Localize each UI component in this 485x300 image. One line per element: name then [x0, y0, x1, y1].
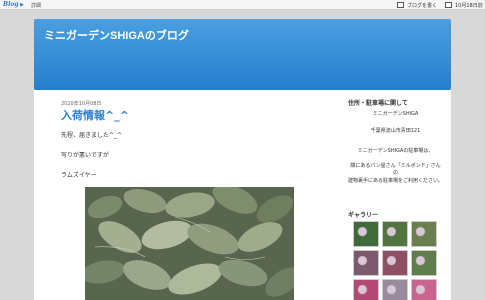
shop-address: 千葉県流山市青田121	[370, 128, 421, 134]
parking-text: ミニガーデンSHIGAの駐車場は、	[357, 148, 434, 154]
reading-label: 10月18日前	[455, 2, 483, 9]
parking-text: 隣にあるパン屋さん「ミルポンド」さんの	[350, 163, 441, 176]
detail-link[interactable]: 詳細	[31, 2, 41, 9]
blog-header: ミニガーデンSHIGAのブログ	[34, 19, 451, 90]
post-title[interactable]: 入荷情報^_^	[61, 107, 129, 123]
gallery-thumbnail[interactable]	[411, 250, 437, 276]
parking-text: 建物裏手にある駐車場をご利用ください。	[348, 178, 444, 184]
lambs-ear-leaves-image	[85, 187, 294, 300]
gallery-thumbnail[interactable]	[382, 250, 408, 276]
post-photo-lambs-ear[interactable]	[85, 187, 294, 300]
gallery-thumbnail[interactable]	[353, 279, 379, 300]
post-text-line: 先程、届きました^_^	[61, 132, 123, 139]
gallery-thumbnail[interactable]	[382, 221, 408, 247]
post-text-line: 写りが悪いですが	[61, 152, 109, 159]
write-blog-button[interactable]: ブログを書く	[397, 1, 437, 9]
post-text-line: ラムズイヤー	[61, 172, 97, 179]
blog-title[interactable]: ミニガーデンSHIGAのブログ	[44, 27, 189, 43]
gallery-heading: ギャラリー	[348, 212, 379, 219]
post-date: 2020年10月08日	[61, 101, 102, 107]
gallery-grid	[353, 221, 439, 300]
shop-name: ミニガーデンSHIGA	[372, 111, 419, 117]
about-heading: 住所・駐車場に関して	[348, 100, 408, 107]
gallery-thumbnail[interactable]	[353, 221, 379, 247]
content-area: 2020年10月08日 入荷情報^_^ 先程、届きました^_^ 写りが悪いですが…	[34, 90, 451, 300]
pencil-icon	[397, 2, 404, 8]
write-blog-label: ブログを書く	[407, 2, 438, 9]
calendar-icon	[445, 2, 452, 8]
reading-button[interactable]: 10月18日前	[445, 1, 483, 9]
gallery-thumbnail[interactable]	[382, 279, 408, 300]
brand-mark-icon: ▶	[20, 2, 24, 8]
gallery-thumbnail[interactable]	[411, 221, 437, 247]
top-navigation-bar: Blog ▶ 詳細 ブログを書く 10月18日前	[0, 0, 485, 10]
gallery-thumbnail[interactable]	[353, 250, 379, 276]
blog-logo[interactable]: Blog	[3, 1, 19, 8]
gallery-thumbnail[interactable]	[411, 279, 437, 300]
